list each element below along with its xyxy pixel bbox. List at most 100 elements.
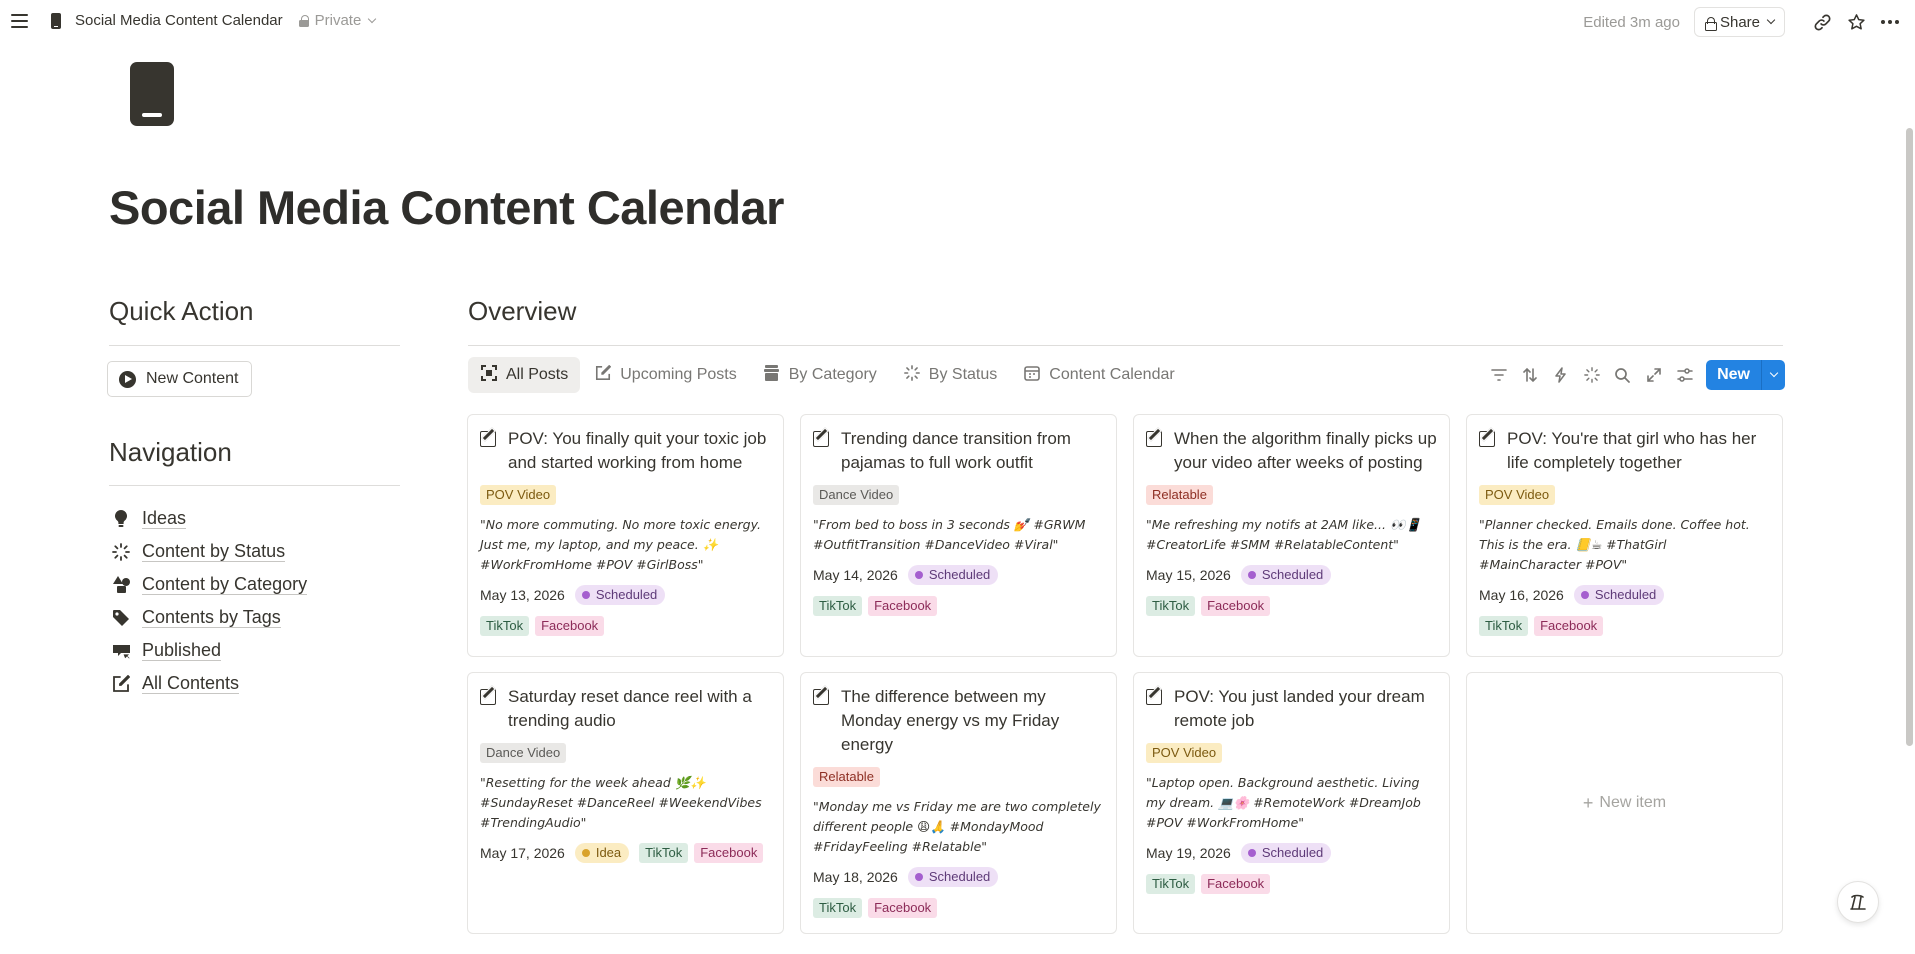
card-title: Trending dance transition from pajamas t… xyxy=(841,429,1071,472)
filter-icon[interactable] xyxy=(1483,360,1514,390)
chevron-down-icon xyxy=(1769,368,1778,378)
status-label: Scheduled xyxy=(928,869,991,884)
link-icon[interactable] xyxy=(1805,7,1839,37)
sparkle-icon[interactable] xyxy=(1576,360,1607,390)
nav-item-content-by-status[interactable]: Content by Status xyxy=(111,535,307,568)
nav-item-published[interactable]: Published xyxy=(111,634,307,667)
platform-tag: Facebook xyxy=(1534,616,1604,636)
card-title: The difference between my Monday energy … xyxy=(841,687,1060,754)
card-caption: "No more commuting. No more toxic energy… xyxy=(480,517,761,572)
gallery-card[interactable]: Saturday reset dance reel with a trendin… xyxy=(467,672,784,934)
card-title: POV: You're that girl who has her life c… xyxy=(1507,429,1757,472)
nav-item-label: Content by Status xyxy=(142,541,286,562)
platform-tag: TikTok xyxy=(813,596,863,616)
platform-tag: Facebook xyxy=(694,843,764,863)
platform-tag: TikTok xyxy=(480,616,530,636)
lightning-icon[interactable] xyxy=(1545,360,1576,390)
tab-all-posts[interactable]: All Posts xyxy=(468,357,581,393)
megaphone-icon xyxy=(111,641,131,661)
card-caption: "Resetting for the week ahead 🌿✨ #Sunday… xyxy=(480,775,762,830)
new-item-button[interactable]: + New item xyxy=(1466,672,1783,934)
platform-tag: Facebook xyxy=(1201,596,1271,616)
gallery-card[interactable]: POV: You're that girl who has her life c… xyxy=(1466,414,1783,657)
share-button[interactable]: Share xyxy=(1693,7,1785,37)
post-date: May 19, 2026 xyxy=(1146,845,1231,861)
nav-item-contents-by-tags[interactable]: Contents by Tags xyxy=(111,601,307,634)
nav-item-ideas[interactable]: Ideas xyxy=(111,502,307,535)
tab-label: By Category xyxy=(788,366,877,383)
breadcrumb-page-name[interactable]: Social Media Content Calendar xyxy=(75,12,283,29)
category-tag: Relatable xyxy=(813,767,880,787)
lightbulb-icon xyxy=(111,509,131,529)
post-date: May 14, 2026 xyxy=(813,567,898,583)
tab-by-status[interactable]: By Status xyxy=(891,357,1009,393)
edit-icon xyxy=(1146,689,1162,705)
menu-icon[interactable] xyxy=(11,11,31,31)
tag-icon xyxy=(111,608,131,628)
new-button[interactable]: New xyxy=(1706,360,1785,390)
quick-action-heading: Quick Action xyxy=(109,296,254,326)
expand-icon xyxy=(480,364,498,386)
gallery-card[interactable]: Trending dance transition from pajamas t… xyxy=(800,414,1117,657)
platform-tag: Facebook xyxy=(535,616,605,636)
search-icon[interactable] xyxy=(1607,360,1638,390)
gallery-card[interactable]: The difference between my Monday energy … xyxy=(800,672,1117,934)
lock-icon xyxy=(1704,16,1717,31)
breadcrumb[interactable]: Social Media Content Calendar Private xyxy=(51,12,377,29)
nav-item-label: Contents by Tags xyxy=(142,607,281,628)
settings-sliders-icon[interactable] xyxy=(1669,360,1700,390)
archive-icon xyxy=(763,364,781,386)
tab-upcoming-posts[interactable]: Upcoming Posts xyxy=(582,357,749,393)
chevron-down-icon xyxy=(368,14,377,23)
status-badge: Scheduled xyxy=(907,565,999,585)
nav-item-label: Ideas xyxy=(142,508,187,529)
card-caption: "Planner checked. Emails done. Coffee ho… xyxy=(1479,517,1750,572)
edit-icon xyxy=(111,674,131,694)
tab-label: Upcoming Posts xyxy=(620,366,737,383)
platform-tag: TikTok xyxy=(1146,596,1196,616)
star-icon[interactable] xyxy=(1839,7,1873,37)
new-content-button[interactable]: New Content xyxy=(107,361,252,397)
platform-tag: Facebook xyxy=(1201,874,1271,894)
nav-item-label: Published xyxy=(142,640,222,661)
post-date: May 13, 2026 xyxy=(480,587,565,603)
tab-content-calendar[interactable]: Content Calendar xyxy=(1011,357,1186,393)
page-icon[interactable] xyxy=(130,62,174,126)
nav-item-content-by-category[interactable]: Content by Category xyxy=(111,568,308,601)
platform-tag: TikTok xyxy=(1479,616,1529,636)
tab-label: Content Calendar xyxy=(1049,366,1175,383)
card-title: POV: You just landed your dream remote j… xyxy=(1174,687,1425,730)
status-badge: Scheduled xyxy=(1240,565,1332,585)
edit-icon xyxy=(813,689,829,705)
expand-icon[interactable] xyxy=(1638,360,1669,390)
sort-icon[interactable] xyxy=(1514,360,1545,390)
edit-icon xyxy=(1146,431,1162,447)
post-date: May 16, 2026 xyxy=(1479,587,1564,603)
scrollbar[interactable] xyxy=(1906,128,1913,746)
edit-icon xyxy=(594,364,612,386)
nav-item-all-contents[interactable]: All Contents xyxy=(111,667,307,700)
notion-ai-icon[interactable] xyxy=(1837,881,1879,923)
status-label: Scheduled xyxy=(1261,567,1324,582)
gallery-card[interactable]: POV: You just landed your dream remote j… xyxy=(1133,672,1450,934)
gallery-card[interactable]: When the algorithm finally picks up your… xyxy=(1133,414,1450,657)
card-caption: "Monday me vs Friday me are two complete… xyxy=(813,799,1101,854)
tab-label: By Status xyxy=(928,366,998,383)
edited-timestamp: Edited 3m ago xyxy=(1583,13,1680,31)
card-caption: "From bed to boss in 3 seconds 💅 #GRWM #… xyxy=(813,517,1086,552)
category-tag: POV Video xyxy=(480,485,557,505)
view-toolbar: New xyxy=(1483,360,1785,390)
tab-by-category[interactable]: By Category xyxy=(751,357,889,393)
new-dropdown[interactable] xyxy=(1761,360,1785,390)
post-date: May 17, 2026 xyxy=(480,845,565,861)
lock-icon xyxy=(298,14,309,27)
new-button-label[interactable]: New xyxy=(1706,360,1761,390)
category-tag: Relatable xyxy=(1146,485,1213,505)
status-badge: Scheduled xyxy=(907,867,999,887)
gallery-card[interactable]: POV: You finally quit your toxic job and… xyxy=(467,414,784,657)
visibility-dropdown[interactable]: Private xyxy=(298,12,377,29)
divider xyxy=(109,485,400,486)
page-title[interactable]: Social Media Content Calendar xyxy=(109,180,784,235)
category-tag: Dance Video xyxy=(480,743,567,763)
more-icon[interactable] xyxy=(1873,7,1907,37)
